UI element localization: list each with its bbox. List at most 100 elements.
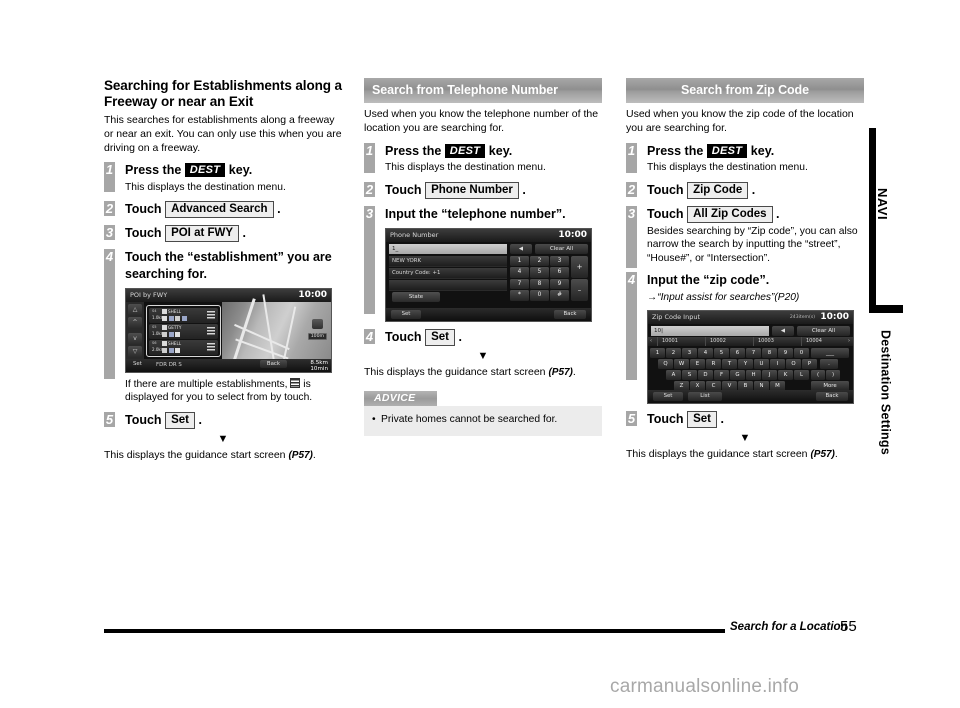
zip-code-input[interactable]: 10| [651, 325, 769, 336]
keypad-4[interactable]: 4 [510, 267, 529, 278]
set-button[interactable]: Set [165, 411, 195, 429]
key-l[interactable]: L [794, 369, 809, 380]
scroll-up-icon[interactable]: ^ [128, 316, 142, 328]
prev-suggestions-icon[interactable]: ‹ [650, 337, 652, 346]
key-period[interactable]: . [820, 358, 838, 369]
key-a[interactable]: A [666, 369, 681, 380]
key-p[interactable]: P [802, 358, 817, 369]
key-r[interactable]: R [706, 358, 721, 369]
section-header-telephone: Search from Telephone Number [364, 78, 602, 103]
key-6[interactable]: 6 [730, 347, 745, 358]
dest-key-chip[interactable]: DEST [444, 143, 486, 158]
keypad-0[interactable]: 0 [530, 290, 549, 301]
keypad-8[interactable]: 8 [530, 278, 549, 290]
set-button[interactable]: Set [391, 309, 421, 319]
step-title-suffix: . [277, 202, 281, 217]
scroll-bottom-icon[interactable]: ▽ [128, 345, 142, 357]
key-s[interactable]: S [682, 369, 697, 380]
key-d[interactable]: D [698, 369, 713, 380]
minus-key[interactable]: – [571, 278, 588, 301]
poi-at-fwy-button[interactable]: POI at FWY [165, 225, 240, 243]
back-button[interactable]: Back [259, 360, 287, 369]
key-3[interactable]: 3 [682, 347, 697, 358]
key-2[interactable]: 2 [666, 347, 681, 358]
next-suggestions-icon[interactable]: › [848, 337, 850, 346]
keypad-hash[interactable]: # [550, 290, 569, 301]
list-item[interactable]: S4 1.0km SHELL [149, 307, 218, 323]
multiple-entries-icon[interactable] [207, 342, 215, 352]
keypad-2[interactable]: 2 [530, 255, 549, 267]
plus-key[interactable]: + [571, 255, 588, 278]
backspace-icon[interactable]: ◀ [510, 243, 532, 254]
key-8[interactable]: 8 [762, 347, 777, 358]
keypad-5[interactable]: 5 [530, 267, 549, 278]
suggestion-item[interactable]: 10002 [705, 336, 753, 346]
key-o[interactable]: O [786, 358, 801, 369]
key-4[interactable]: 4 [698, 347, 713, 358]
key-w[interactable]: W [674, 358, 689, 369]
key-g[interactable]: G [730, 369, 745, 380]
multiple-entries-icon[interactable] [207, 310, 215, 320]
step-number: 5 [104, 411, 115, 427]
key-k[interactable]: K [778, 369, 793, 380]
suggestion-item[interactable]: 10004 [801, 336, 845, 346]
back-button[interactable]: Back [816, 391, 848, 401]
key-e[interactable]: E [690, 358, 705, 369]
list-item[interactable]: S5 1.0km GETTY [149, 323, 218, 339]
key-paren-close[interactable]: ) [826, 369, 840, 380]
key-0[interactable]: 0 [794, 347, 809, 358]
suggestion-item[interactable]: 10003 [753, 336, 801, 346]
list-item[interactable]: S6 2.0km SHELL [149, 339, 218, 355]
map-area[interactable] [222, 294, 331, 366]
scroll-top-icon[interactable]: △ [128, 303, 142, 315]
key-q[interactable]: Q [658, 358, 673, 369]
set-button[interactable]: Set [653, 391, 683, 401]
key-9[interactable]: 9 [778, 347, 793, 358]
page-reference: (P57) [810, 448, 835, 460]
key-f[interactable]: F [714, 369, 729, 380]
key-h[interactable]: H [746, 369, 761, 380]
state-button[interactable]: State [392, 291, 440, 302]
poi-label: S6 [152, 340, 157, 345]
key-5[interactable]: 5 [714, 347, 729, 358]
set-button[interactable]: Set [687, 410, 717, 428]
back-button[interactable]: Back [554, 309, 586, 319]
cross-reference[interactable]: →“Input assist for searches”(P20) [647, 291, 864, 304]
key-i[interactable]: I [770, 358, 785, 369]
scroll-down-icon[interactable]: v [128, 332, 142, 344]
dest-key-chip[interactable]: DEST [184, 163, 226, 178]
set-button[interactable]: Set [133, 361, 142, 367]
keypad-1[interactable]: 1 [510, 255, 529, 267]
key-t[interactable]: T [722, 358, 737, 369]
list-button[interactable]: List [688, 391, 722, 401]
all-zip-codes-button[interactable]: All Zip Codes [687, 205, 773, 223]
step-subtext: This displays the destination menu. [647, 161, 808, 173]
advanced-search-button[interactable]: Advanced Search [165, 201, 274, 219]
suggestion-item[interactable]: 10001 [657, 336, 705, 346]
clear-all-button[interactable]: Clear All [797, 325, 850, 336]
key-1[interactable]: 1 [650, 347, 665, 358]
backspace-icon[interactable]: ◀ [772, 325, 794, 336]
key-7[interactable]: 7 [746, 347, 761, 358]
map-orientation-button[interactable] [312, 318, 323, 329]
clear-all-button[interactable]: Clear All [535, 243, 588, 254]
phone-number-input[interactable]: 1_ [389, 243, 507, 254]
keypad-7[interactable]: 7 [510, 278, 529, 290]
space-key[interactable]: ___ [811, 347, 849, 358]
key-y[interactable]: Y [738, 358, 753, 369]
key-u[interactable]: U [754, 358, 769, 369]
keypad-9[interactable]: 9 [550, 278, 569, 290]
keypad-star[interactable]: * [510, 290, 529, 301]
keypad-3[interactable]: 3 [550, 255, 569, 267]
zip-code-button[interactable]: Zip Code [687, 181, 749, 199]
multiple-entries-icon[interactable] [207, 326, 215, 336]
key-j[interactable]: J [762, 369, 777, 380]
step-title: Press the DEST key. [125, 162, 342, 178]
set-button[interactable]: Set [425, 328, 455, 346]
step-2: 2 Touch Advanced Search . [104, 201, 342, 219]
dest-key-chip[interactable]: DEST [706, 143, 748, 158]
keypad-6[interactable]: 6 [550, 267, 569, 278]
advice-header: ADVICE [364, 391, 438, 407]
phone-number-button[interactable]: Phone Number [425, 181, 519, 199]
key-paren-open[interactable]: ( [811, 369, 825, 380]
